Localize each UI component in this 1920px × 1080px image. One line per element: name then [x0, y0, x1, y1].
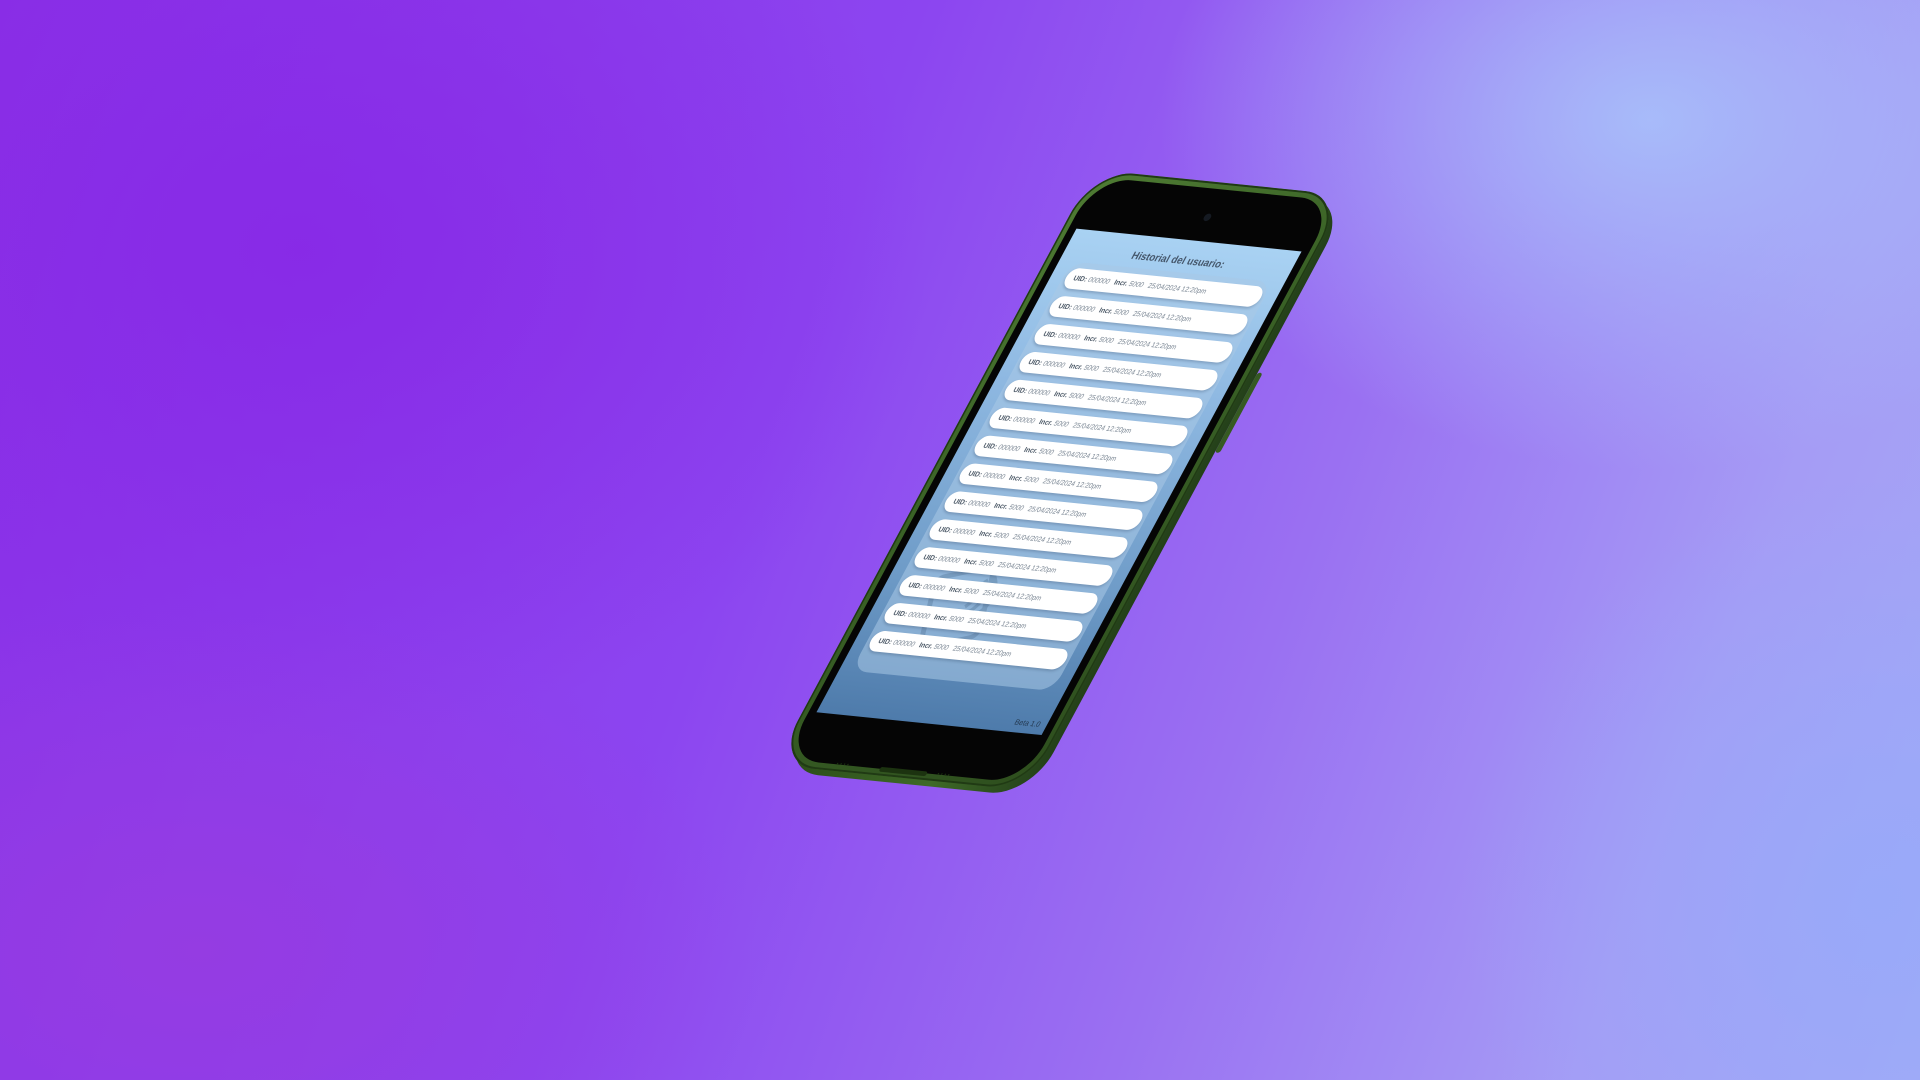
- datetime-value: 25/04/2024 12:20pm: [1131, 309, 1194, 324]
- incr-value: 5000: [1097, 335, 1116, 345]
- incr-value: 5000: [992, 530, 1011, 541]
- incr-value: 5000: [1127, 279, 1146, 290]
- history-list: UID: 000000Incr. 500025/04/2024 12:20pm U…: [862, 267, 1267, 677]
- front-camera-icon: [1202, 213, 1213, 222]
- datetime-value: 25/04/2024 12:20pm: [1056, 448, 1119, 463]
- incr-value: 5000: [947, 614, 966, 624]
- uid-value: 000000: [1086, 275, 1112, 286]
- incr-value: 5000: [1052, 418, 1071, 429]
- incr-value: 5000: [977, 558, 996, 569]
- uid-value: 000000: [996, 442, 1022, 454]
- version-label: Beta 1.0: [1012, 717, 1043, 729]
- datetime-value: 25/04/2024 12:20pm: [1041, 476, 1104, 491]
- phone-mockup: Historial del usuario: UID: 000000Incr. …: [774, 169, 1350, 797]
- uid-value: 000000: [891, 637, 917, 649]
- incr-value: 5000: [1082, 363, 1101, 373]
- datetime-value: 25/04/2024 12:20pm: [966, 616, 1029, 631]
- uid-value: 000000: [981, 470, 1007, 482]
- incr-value: 5000: [962, 586, 981, 597]
- incr-value: 5000: [932, 642, 951, 652]
- uid-value: 000000: [906, 610, 932, 621]
- uid-value: 000000: [1011, 414, 1037, 426]
- uid-value: 000000: [1041, 358, 1067, 370]
- datetime-value: 25/04/2024 12:20pm: [996, 560, 1059, 575]
- mockup-stage: Historial del usuario: UID: 000000Incr. …: [0, 0, 1920, 1080]
- datetime-value: 25/04/2024 12:20pm: [951, 643, 1014, 659]
- uid-value: 000000: [951, 526, 977, 537]
- datetime-value: 25/04/2024 12:20pm: [1026, 504, 1089, 519]
- datetime-value: 25/04/2024 12:20pm: [981, 588, 1044, 603]
- datetime-value: 25/04/2024 12:20pm: [1101, 364, 1164, 380]
- uid-value: 000000: [966, 498, 992, 509]
- uid-value: 000000: [1026, 386, 1052, 398]
- incr-value: 5000: [1007, 502, 1026, 513]
- incr-value: 5000: [1067, 390, 1086, 401]
- uid-value: 000000: [936, 554, 962, 565]
- datetime-value: 25/04/2024 12:20pm: [1011, 532, 1074, 547]
- datetime-value: 25/04/2024 12:20pm: [1086, 392, 1149, 408]
- incr-value: 5000: [1112, 307, 1131, 318]
- datetime-value: 25/04/2024 12:20pm: [1116, 337, 1179, 352]
- uid-value: 000000: [1056, 331, 1082, 342]
- speaker-grille-left: ••••: [834, 761, 852, 769]
- app-screen: Historial del usuario: UID: 000000Incr. …: [816, 228, 1302, 736]
- phone-frame: Historial del usuario: UID: 000000Incr. …: [774, 169, 1346, 791]
- incr-value: 5000: [1037, 446, 1056, 457]
- uid-value: 000000: [1071, 303, 1097, 314]
- uid-value: 000000: [921, 582, 947, 593]
- datetime-value: 25/04/2024 12:20pm: [1071, 420, 1134, 436]
- incr-value: 5000: [1022, 474, 1041, 485]
- speaker-grille-right: ••••: [935, 771, 953, 779]
- datetime-value: 25/04/2024 12:20pm: [1146, 281, 1209, 296]
